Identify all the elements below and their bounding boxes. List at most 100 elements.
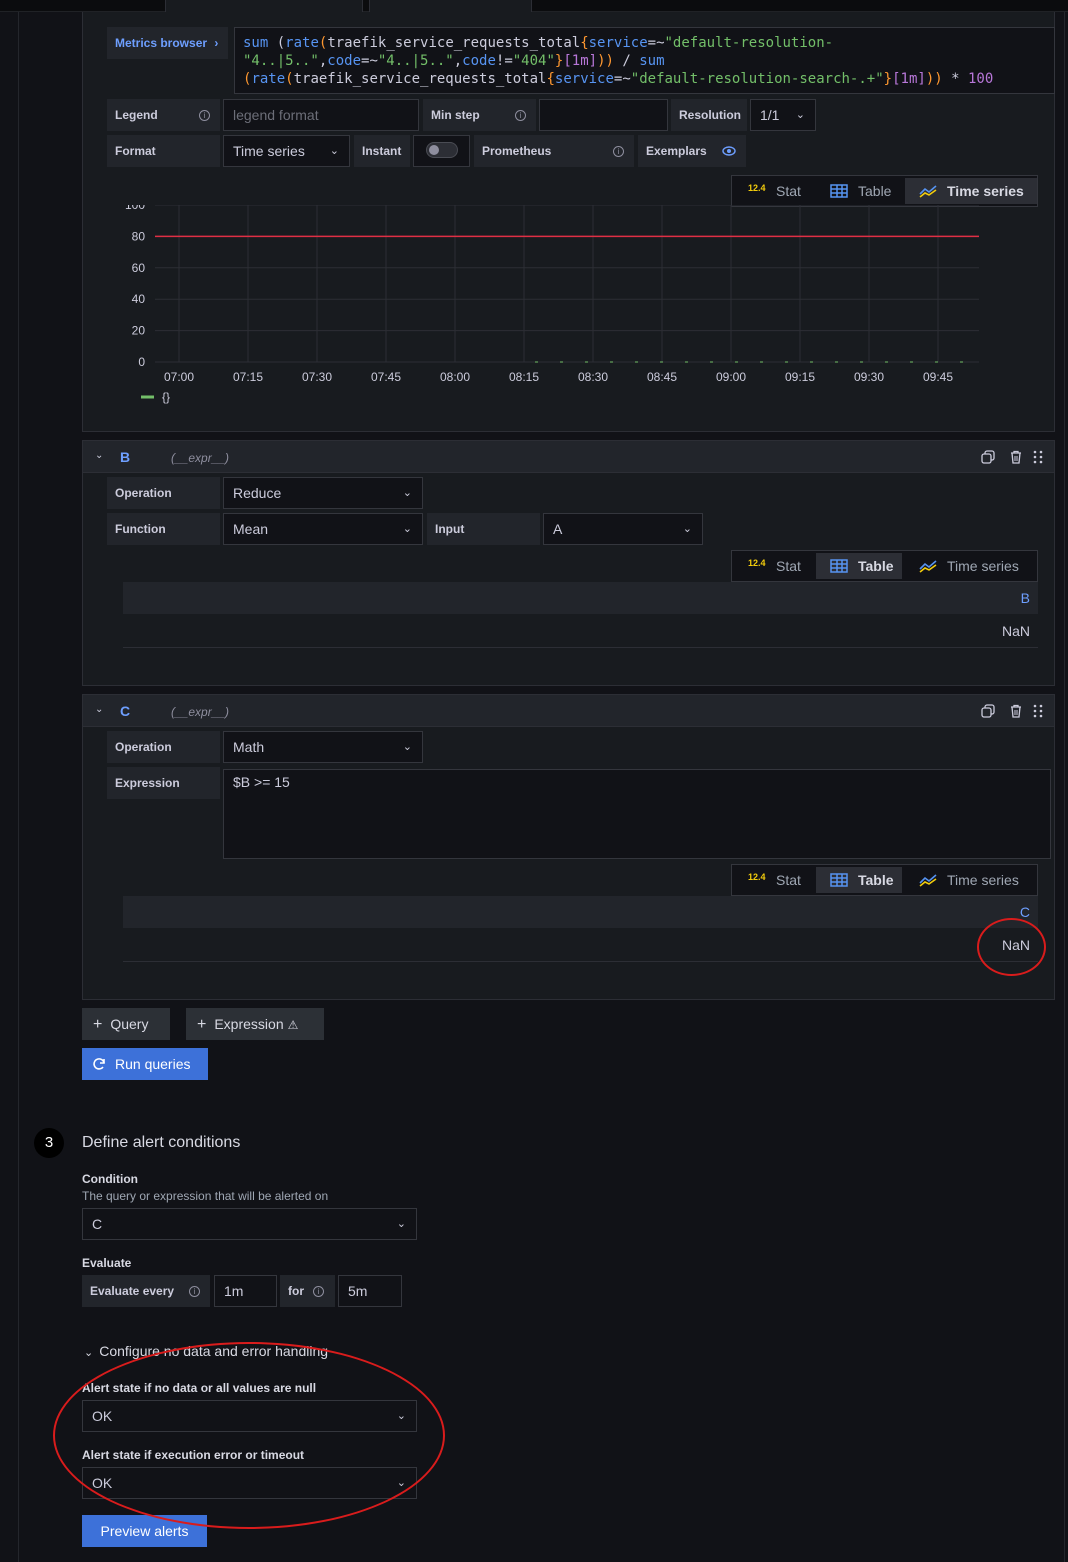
run-queries-button[interactable]: Run queries <box>82 1048 208 1080</box>
operation-label: Operation <box>107 731 220 763</box>
function-label: Function <box>107 513 220 545</box>
condition-title: Condition <box>82 1172 138 1186</box>
x-tick-label: 09:15 <box>785 370 815 384</box>
tab-time-series-label: Time series <box>947 872 1019 888</box>
tab-table-label: Table <box>858 872 894 888</box>
tab-stat[interactable]: 12.4 Stat <box>734 553 814 579</box>
code-token: != <box>495 53 513 69</box>
query-c-refid[interactable]: C <box>120 703 130 719</box>
for-input[interactable]: 5m <box>338 1275 402 1307</box>
info-icon[interactable]: i <box>189 1286 200 1297</box>
tab-table[interactable]: Table <box>816 553 902 579</box>
query-b-refid[interactable]: B <box>120 449 130 465</box>
resolution-select[interactable]: 1/1 ⌄ <box>750 99 816 131</box>
tab-time-series[interactable]: Time series <box>905 867 1037 893</box>
drag-handle-icon[interactable] <box>1033 704 1043 718</box>
tab-stat-label: Stat <box>776 872 801 888</box>
input-label: Input <box>427 513 540 545</box>
tab-stat[interactable]: 12.4 Stat <box>734 867 814 893</box>
collapse-chevron-icon[interactable]: ⌄ <box>95 450 103 461</box>
drag-handle-icon[interactable] <box>1033 450 1043 464</box>
y-tick-label: 100 <box>125 205 145 212</box>
for-label: for i <box>280 1275 335 1307</box>
section-title: Define alert conditions <box>82 1134 241 1151</box>
stat-icon: 12.4 <box>748 558 766 568</box>
table-row: NaN <box>123 928 1038 962</box>
expression-value: $B >= 15 <box>233 774 290 790</box>
code-token: "default-resolution- <box>664 35 834 51</box>
warning-icon: ⚠ <box>287 1018 299 1032</box>
query-b-panel: ⌄ B (__expr__) Operation Reduce ⌄ Functio… <box>82 440 1055 686</box>
legend-label: {} <box>162 390 170 404</box>
top-strip <box>0 0 1068 14</box>
input-select[interactable]: A ⌄ <box>543 513 703 545</box>
expression-tag: (__expr__) <box>171 451 230 465</box>
condition-select[interactable]: C ⌄ <box>82 1208 417 1240</box>
cell-value: NaN <box>1001 623 1030 639</box>
add-query-button[interactable]: + Query <box>82 1008 170 1040</box>
column-header-c[interactable]: C <box>1020 904 1030 920</box>
tab-stat[interactable]: 12.4 Stat <box>734 178 814 204</box>
add-expression-button[interactable]: + Expression ⚠ <box>186 1008 324 1040</box>
trash-icon[interactable] <box>1009 450 1023 464</box>
info-icon[interactable]: i <box>199 110 210 121</box>
chevron-down-icon: ⌄ <box>396 1218 406 1230</box>
annotation-ellipse <box>53 1342 445 1529</box>
collapse-chevron-icon[interactable]: ⌄ <box>95 704 103 715</box>
code-token: sum <box>639 53 665 69</box>
expression-textarea[interactable]: $B >= 15 <box>223 769 1051 859</box>
code-token: service <box>588 35 648 51</box>
chevron-right-icon: › <box>214 36 219 50</box>
instant-toggle[interactable] <box>426 142 458 158</box>
evaluate-every-input[interactable]: 1m <box>214 1275 277 1307</box>
promql-query-editor[interactable]: sum (rate(traefik_service_requests_total… <box>234 27 1055 94</box>
legend-format-input[interactable]: legend format <box>223 99 419 131</box>
info-icon[interactable]: i <box>613 146 624 157</box>
tab-time-series-label: Time series <box>947 558 1019 574</box>
y-tick-label: 60 <box>132 261 146 275</box>
operation-select[interactable]: Reduce ⌄ <box>223 477 423 509</box>
tab-table[interactable]: Table <box>816 867 902 893</box>
code-token: "4..|5.." <box>377 53 454 69</box>
query-c-header: ⌄ C (__expr__) <box>83 695 1054 727</box>
evaluate-every-label-text: Evaluate every <box>90 1284 175 1298</box>
tab-time-series[interactable]: Time series <box>905 178 1037 204</box>
column-header-b[interactable]: B <box>1021 590 1030 606</box>
code-token: rate <box>251 71 286 87</box>
code-token: =~ <box>647 35 665 51</box>
info-icon[interactable]: i <box>313 1286 324 1297</box>
chevron-down-icon: ⌄ <box>84 1347 94 1359</box>
code-token: sum <box>243 35 269 51</box>
format-select[interactable]: Time series ⌄ <box>223 135 350 167</box>
query-c-panel: ⌄ C (__expr__) Operation Math ⌄ Expressio… <box>82 694 1055 1000</box>
tab-table-label: Table <box>858 183 892 199</box>
resolution-label: Resolution <box>671 99 747 131</box>
tab-stat-label: Stat <box>776 183 801 199</box>
y-tick-label: 80 <box>132 229 146 243</box>
code-token: 100 <box>967 71 994 87</box>
code-token: / <box>613 53 640 69</box>
x-tick-label: 09:30 <box>854 370 884 384</box>
metrics-browser-button[interactable]: Metrics browser › <box>107 27 228 59</box>
tab-time-series[interactable]: Time series <box>905 553 1037 579</box>
tab-stat-label: Stat <box>776 558 801 574</box>
query-b-header: ⌄ B (__expr__) <box>83 441 1054 473</box>
resolution-value: 1/1 <box>760 107 780 123</box>
exemplars-toggle[interactable]: Exemplars <box>638 135 746 167</box>
operation-select[interactable]: Math ⌄ <box>223 731 423 763</box>
format-value: Time series <box>233 143 305 159</box>
preview-alerts-label: Preview alerts <box>100 1523 189 1539</box>
duplicate-icon[interactable] <box>981 450 995 464</box>
x-tick-label: 07:30 <box>302 370 332 384</box>
code-token: =~ <box>361 53 378 69</box>
time-series-icon <box>919 560 937 573</box>
min-step-input[interactable] <box>539 99 668 131</box>
code-token: [1m] <box>563 53 598 69</box>
info-icon[interactable]: i <box>515 110 526 121</box>
trash-icon[interactable] <box>1009 704 1023 718</box>
duplicate-icon[interactable] <box>981 704 995 718</box>
code-token: rate <box>285 35 319 51</box>
operation-label: Operation <box>107 477 220 509</box>
tab-table[interactable]: Table <box>816 178 902 204</box>
function-select[interactable]: Mean ⌄ <box>223 513 423 545</box>
